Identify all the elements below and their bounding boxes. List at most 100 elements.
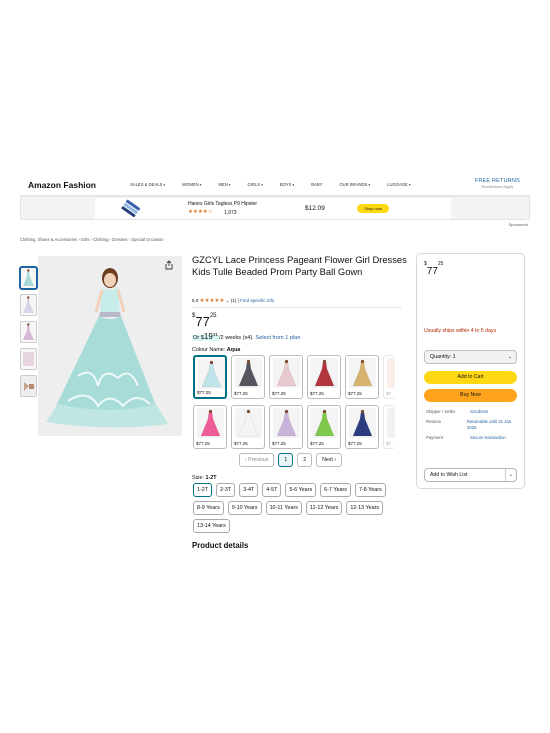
swatch-price: $77.25 xyxy=(348,441,362,446)
size-option[interactable]: 5-6 Years xyxy=(285,483,317,497)
ad-title[interactable]: Hanes Girls Tagless P9 Hipster xyxy=(188,201,257,207)
size-option[interactable]: 3-4T xyxy=(239,483,259,497)
swatch-price: $77.25 xyxy=(196,441,210,446)
image-thumbnails xyxy=(20,267,38,402)
chevron-down-icon: ⌄ xyxy=(507,354,512,360)
ad-product-image[interactable] xyxy=(120,199,142,217)
rating-row: 5.0 ★★★★★ ⌄ (1) | Find specific info xyxy=(192,298,274,304)
colour-swatch[interactable]: $77.25 xyxy=(269,405,303,449)
rating-value: 5.0 xyxy=(192,298,199,303)
shop-now-button[interactable]: Shop now xyxy=(357,204,389,213)
size-label: Size: 1-2T xyxy=(192,475,217,481)
colour-swatch-partial[interactable]: $7 xyxy=(383,405,395,449)
payment-link[interactable]: Secure transaction xyxy=(470,435,506,441)
rating-stars[interactable]: ★★★★★ xyxy=(200,298,225,304)
size-option[interactable]: 9-10 Years xyxy=(227,501,262,515)
size-options: 1-2T 2-3T 3-4T 4-5T 5-6 Years 6-7 Years 7-8 Ye… xyxy=(193,483,393,533)
thumbnail-2[interactable] xyxy=(20,294,37,316)
select-plan-link[interactable]: Select from 1 plan xyxy=(255,335,300,341)
page-2-button[interactable]: 2 xyxy=(297,453,313,467)
chevron-down-icon[interactable]: ⌄ xyxy=(226,298,230,303)
colour-swatch-partial[interactable]: $7 xyxy=(383,355,395,399)
quantity-select[interactable]: Quantity: 1 ⌄ xyxy=(424,350,517,364)
shipper-link[interactable]: Gzcdress xyxy=(470,409,488,415)
colour-swatch[interactable]: $77.25 xyxy=(231,405,265,449)
seller-info: Shipper / Seller Gzcdress Returns Return… xyxy=(426,409,518,445)
nav-boys[interactable]: BOYS▾ xyxy=(280,182,294,187)
colour-swatch[interactable]: $77.25 xyxy=(193,355,227,399)
thumbnail-4[interactable] xyxy=(20,348,37,370)
main-product-image[interactable] xyxy=(38,256,182,436)
find-specific-info-link[interactable]: Find specific info xyxy=(240,298,274,303)
thumbnail-3[interactable] xyxy=(20,321,37,343)
payment-label: Payment xyxy=(426,435,443,440)
ad-rating-stars: ★★★★☆ xyxy=(188,209,213,215)
add-to-wish-list-button[interactable]: Add to Wish List ⌄ xyxy=(424,468,517,482)
dress-thumbnail xyxy=(311,408,338,438)
nav-girls[interactable]: GIRLS▾ xyxy=(247,182,262,187)
amazon-fashion-logo[interactable]: Amazon Fashion xyxy=(28,180,96,190)
colour-name-label: Colour Name: Aqua xyxy=(192,347,241,353)
buy-now-button[interactable]: Buy Now xyxy=(424,389,517,402)
product-price: $7725 xyxy=(192,313,217,329)
swatch-price: $7 xyxy=(386,441,392,446)
shipping-notice: Usually ships within 4 to 5 days xyxy=(424,328,497,334)
page-1-button[interactable]: 1 xyxy=(278,453,294,467)
free-returns-badge[interactable]: FREE RETURNS Restrictions Apply xyxy=(475,178,520,189)
nav-sales-deals[interactable]: SALES & DEALS▾ xyxy=(130,182,165,187)
swatch-price: $7 xyxy=(386,391,392,396)
colour-swatch[interactable]: $77.25 xyxy=(345,405,379,449)
chevron-down-icon[interactable]: ⌄ xyxy=(509,469,513,481)
swatch-price: $77.25 xyxy=(310,391,324,396)
size-option[interactable]: 1-2T xyxy=(193,483,213,497)
nav-men[interactable]: MEN▾ xyxy=(218,182,230,187)
product-page: Amazon Fashion SALES & DEALS▾ WOMEN▾ MEN… xyxy=(0,0,550,733)
size-option[interactable]: 8-9 Years xyxy=(193,501,224,515)
dress-thumbnail xyxy=(349,358,376,388)
size-option[interactable]: 13-14 Years xyxy=(193,519,230,533)
colour-swatch[interactable]: $77.25 xyxy=(193,405,227,449)
returns-label: Returns xyxy=(426,419,442,424)
size-option[interactable]: 6-7 Years xyxy=(320,483,351,497)
nav-women[interactable]: WOMEN▾ xyxy=(182,182,201,187)
returns-link[interactable]: Returnable until 31 Jan 2026 xyxy=(467,419,518,431)
swatch-price: $77.25 xyxy=(272,441,286,446)
ad-rating-count: 1,973 xyxy=(224,210,237,216)
size-option[interactable]: 7-8 Years xyxy=(354,483,386,497)
restrictions-text: Restrictions Apply xyxy=(481,184,514,189)
colour-swatch[interactable]: $77.25 xyxy=(345,355,379,399)
sponsored-label[interactable]: Sponsored xyxy=(509,222,528,227)
installment-amount: Or $1931 xyxy=(192,332,219,341)
sponsored-banner-inner[interactable] xyxy=(95,198,451,219)
size-option[interactable]: 2-3T xyxy=(216,483,236,497)
swatch-price: $77.25 xyxy=(310,441,324,446)
colour-swatch[interactable]: $77.25 xyxy=(307,405,341,449)
thumbnail-5[interactable] xyxy=(20,375,37,397)
colour-swatch[interactable]: $77.25 xyxy=(307,355,341,399)
thumbnail-1[interactable] xyxy=(20,267,37,289)
swatch-pagination: ‹ Previous 1 2 Next › xyxy=(239,453,342,467)
size-option[interactable]: 10-11 Years xyxy=(265,501,302,515)
size-option[interactable]: 4-5T xyxy=(262,483,282,497)
share-icon[interactable] xyxy=(165,260,173,270)
swatch-price: $77.25 xyxy=(197,390,211,395)
dress-thumbnail xyxy=(235,358,262,388)
swatch-price: $77.25 xyxy=(272,391,286,396)
shipper-label: Shipper / Seller xyxy=(426,409,456,414)
colour-swatch[interactable]: $77.25 xyxy=(231,355,265,399)
breadcrumb[interactable]: Clothing, Shoes & Accessories › Girls › … xyxy=(20,237,164,242)
product-title: GZCYL Lace Princess Pageant Flower Girl … xyxy=(192,254,407,277)
size-option[interactable]: 11-12 Years xyxy=(305,501,343,515)
rating-count[interactable]: (1) xyxy=(231,298,237,303)
swatch-price: $77.25 xyxy=(234,441,248,446)
nav-baby[interactable]: BABY xyxy=(311,182,322,187)
previous-page-button[interactable]: ‹ Previous xyxy=(239,453,275,467)
next-page-button[interactable]: Next › xyxy=(316,453,342,467)
add-to-cart-button[interactable]: Add to Cart xyxy=(424,371,517,384)
size-option[interactable]: 12-13 Years xyxy=(346,501,384,515)
colour-swatch[interactable]: $77.25 xyxy=(269,355,303,399)
nav-luggage[interactable]: LUGGAGE▾ xyxy=(387,182,410,187)
nav-our-brands[interactable]: OUR BRANDS▾ xyxy=(339,182,370,187)
installment-offer: Or $1931/2 weeks (x4). Select from 1 pla… xyxy=(192,332,301,341)
category-nav: SALES & DEALS▾ WOMEN▾ MEN▾ GIRLS▾ BOYS▾ … xyxy=(130,182,428,187)
